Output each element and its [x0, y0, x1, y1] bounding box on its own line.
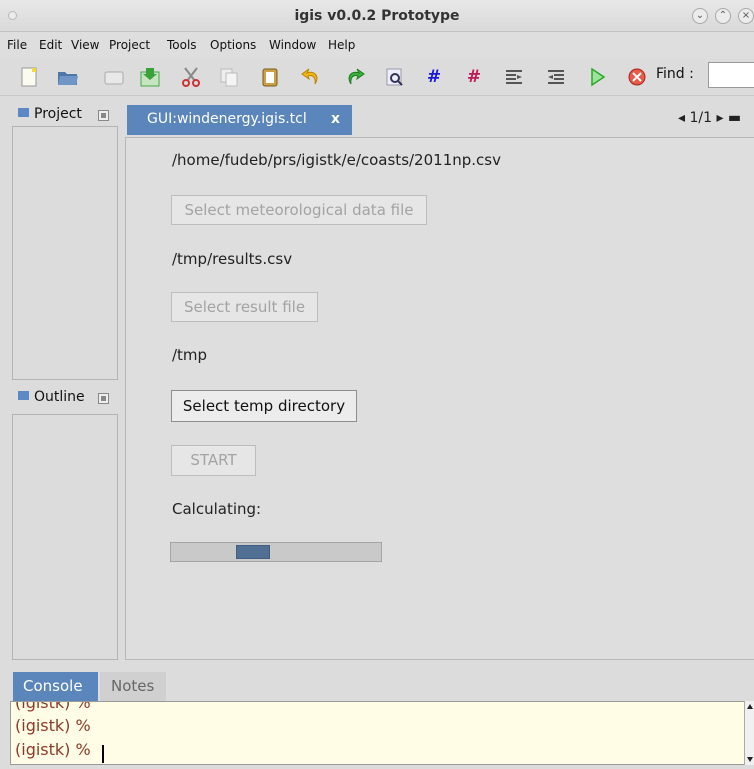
console-line: (igistk) % [15, 701, 91, 712]
open-folder-icon[interactable] [56, 66, 78, 88]
redo-icon[interactable] [344, 66, 366, 88]
console-tab-label: Console [23, 677, 83, 695]
start-button[interactable]: START [171, 445, 256, 476]
tab-navigation[interactable]: ◂ 1/1 ▸ ▬ [678, 110, 741, 126]
calculating-label: Calculating: [172, 500, 262, 518]
project-panel-header: Project [18, 106, 123, 126]
unindent-icon[interactable] [545, 66, 567, 88]
run-icon[interactable] [586, 66, 608, 88]
temp-dir-path: /tmp [172, 346, 208, 364]
find-label: Find : [656, 66, 694, 82]
menu-bar: File Edit View Project Tools Options Win… [0, 32, 754, 58]
menu-tools[interactable]: Tools [167, 38, 197, 52]
tab-console[interactable]: Console [13, 672, 98, 701]
new-file-icon[interactable] [18, 66, 40, 88]
window-title: igis v0.0.2 Prototype [294, 8, 460, 24]
console-line: (igistk) % [15, 740, 91, 759]
met-file-path: /home/fudeb/prs/igistk/e/coasts/2011np.c… [172, 151, 501, 169]
indent-icon[interactable] [503, 66, 525, 88]
panel-square-icon [18, 391, 29, 400]
toolbar: # # [0, 58, 754, 96]
tab-windenergy[interactable]: GUI:windenergy.igis.tcl x [127, 105, 352, 135]
notes-tab-label: Notes [111, 677, 155, 695]
outline-panel-title: Outline [34, 389, 85, 405]
panel-collapse-icon[interactable] [98, 110, 109, 121]
uncomment-icon[interactable]: # [463, 66, 485, 88]
console-output[interactable]: (igistk) % (igistk) % (igistk) % [10, 701, 754, 765]
save-icon[interactable] [138, 66, 160, 88]
tab-close-icon[interactable]: x [331, 111, 340, 127]
menu-help[interactable]: Help [328, 38, 355, 52]
panel-square-icon [18, 108, 29, 117]
minimize-icon[interactable]: ⌄ [692, 8, 708, 24]
menu-window[interactable]: Window [269, 38, 316, 52]
cut-icon[interactable] [180, 66, 202, 88]
maximize-icon[interactable]: ⌃ [715, 8, 731, 24]
panel-collapse-icon[interactable] [98, 393, 109, 404]
undo-icon[interactable] [300, 66, 322, 88]
menu-file[interactable]: File [7, 38, 27, 52]
progress-indicator [236, 545, 270, 559]
select-temp-directory-button[interactable]: Select temp directory [171, 390, 357, 422]
menu-edit[interactable]: Edit [39, 38, 62, 52]
project-panel-title: Project [34, 106, 82, 122]
menu-options[interactable]: Options [210, 38, 256, 52]
close-file-icon[interactable] [103, 66, 125, 88]
select-met-file-button[interactable]: Select meteorological data file [171, 195, 427, 225]
result-file-path: /tmp/results.csv [172, 250, 293, 268]
progress-bar [170, 542, 382, 562]
close-window-icon[interactable]: × [738, 8, 754, 24]
console-scrollbar[interactable] [744, 701, 754, 765]
outline-panel-header: Outline [18, 389, 123, 409]
menu-project[interactable]: Project [109, 38, 150, 52]
find-input[interactable] [708, 62, 754, 88]
stop-icon[interactable] [626, 66, 648, 88]
paste-icon[interactable] [259, 66, 281, 88]
copy-icon[interactable] [218, 66, 240, 88]
text-caret [102, 745, 104, 763]
tab-label: GUI:windenergy.igis.tcl [147, 111, 307, 127]
tab-notes[interactable]: Notes [100, 672, 166, 701]
console-line: (igistk) % [15, 716, 91, 735]
outline-panel[interactable] [12, 414, 118, 660]
find-icon[interactable] [384, 66, 406, 88]
comment-icon[interactable]: # [423, 66, 445, 88]
project-panel[interactable] [12, 126, 118, 380]
select-result-file-button[interactable]: Select result file [171, 292, 318, 322]
menu-view[interactable]: View [71, 38, 99, 52]
